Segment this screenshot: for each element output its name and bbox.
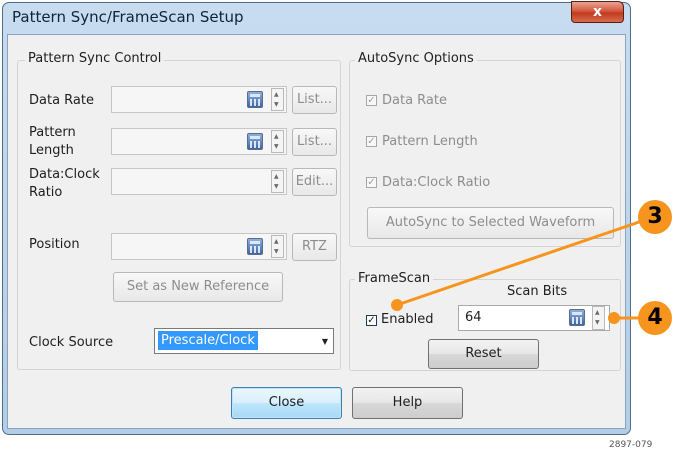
data-rate-label: Data Rate — [29, 93, 94, 108]
callout-3: 3 — [638, 200, 672, 234]
scan-bits-spinner[interactable]: ▲ ▼ — [592, 306, 605, 330]
data-clock-ratio-field[interactable] — [111, 168, 287, 195]
window-title: Pattern Sync/FrameScan Setup — [12, 8, 244, 26]
position-label: Position — [29, 237, 80, 252]
callout-4: 4 — [638, 301, 672, 335]
rtz-button[interactable]: RTZ — [292, 233, 337, 261]
autosync-legend: AutoSync Options — [355, 51, 477, 66]
close-button[interactable]: Close — [231, 387, 342, 419]
scan-bits-label: Scan Bits — [507, 284, 568, 299]
chevron-down-icon[interactable]: ▼ — [322, 337, 328, 346]
autosync-data-rate-checkbox[interactable]: ✓ — [366, 95, 377, 106]
data-clock-edit-button[interactable]: Edit... — [292, 168, 337, 196]
position-spinner[interactable]: ▲ ▼ — [271, 235, 284, 258]
data-clock-label-line1: Data:Clock — [29, 167, 100, 182]
clock-source-value: Prescale/Clock — [158, 331, 258, 350]
autosync-data-rate-label: Data Rate — [382, 93, 447, 108]
pattern-length-label: Pattern Length — [29, 124, 76, 160]
data-rate-spinner[interactable]: ▲ ▼ — [271, 88, 284, 111]
pattern-sync-legend: Pattern Sync Control — [25, 51, 165, 66]
data-clock-ratio-spinner[interactable]: ▲ ▼ — [271, 170, 284, 193]
reset-button[interactable]: Reset — [428, 339, 539, 369]
clock-source-select[interactable]: Prescale/Clock ▼ — [154, 328, 334, 354]
clock-source-label: Clock Source — [29, 335, 114, 350]
data-clock-label-line2: Ratio — [29, 185, 63, 200]
scan-bits-field[interactable]: 64 — [458, 305, 610, 331]
framescan-enabled-label: Enabled — [381, 312, 434, 327]
window-close-button[interactable]: x — [571, 1, 624, 23]
pattern-length-list-button[interactable]: List... — [292, 128, 337, 156]
calculator-icon[interactable] — [569, 309, 585, 326]
help-button[interactable]: Help — [352, 387, 463, 419]
pattern-length-spinner[interactable]: ▲ ▼ — [271, 130, 284, 153]
figure-reference: 2897-079 — [609, 440, 653, 450]
data-rate-list-button[interactable]: List... — [292, 86, 337, 114]
autosync-data-clock-checkbox[interactable]: ✓ — [366, 177, 377, 188]
calculator-icon[interactable] — [247, 238, 263, 255]
autosync-pattern-length-checkbox[interactable]: ✓ — [366, 136, 377, 147]
pattern-length-label-line2: Length — [29, 143, 74, 158]
framescan-legend: FrameScan — [355, 271, 434, 286]
calculator-icon[interactable] — [247, 133, 263, 150]
pattern-length-label-line1: Pattern — [29, 125, 76, 140]
data-clock-ratio-label: Data:Clock Ratio — [29, 166, 100, 202]
framescan-enabled-checkbox[interactable]: ✓ — [366, 315, 377, 326]
set-as-new-reference-button[interactable]: Set as New Reference — [113, 272, 283, 302]
autosync-data-clock-label: Data:Clock Ratio — [382, 175, 491, 190]
autosync-pattern-length-label: Pattern Length — [382, 134, 478, 149]
calculator-icon[interactable] — [247, 91, 263, 108]
autosync-to-selected-waveform-button[interactable]: AutoSync to Selected Waveform — [367, 207, 614, 239]
